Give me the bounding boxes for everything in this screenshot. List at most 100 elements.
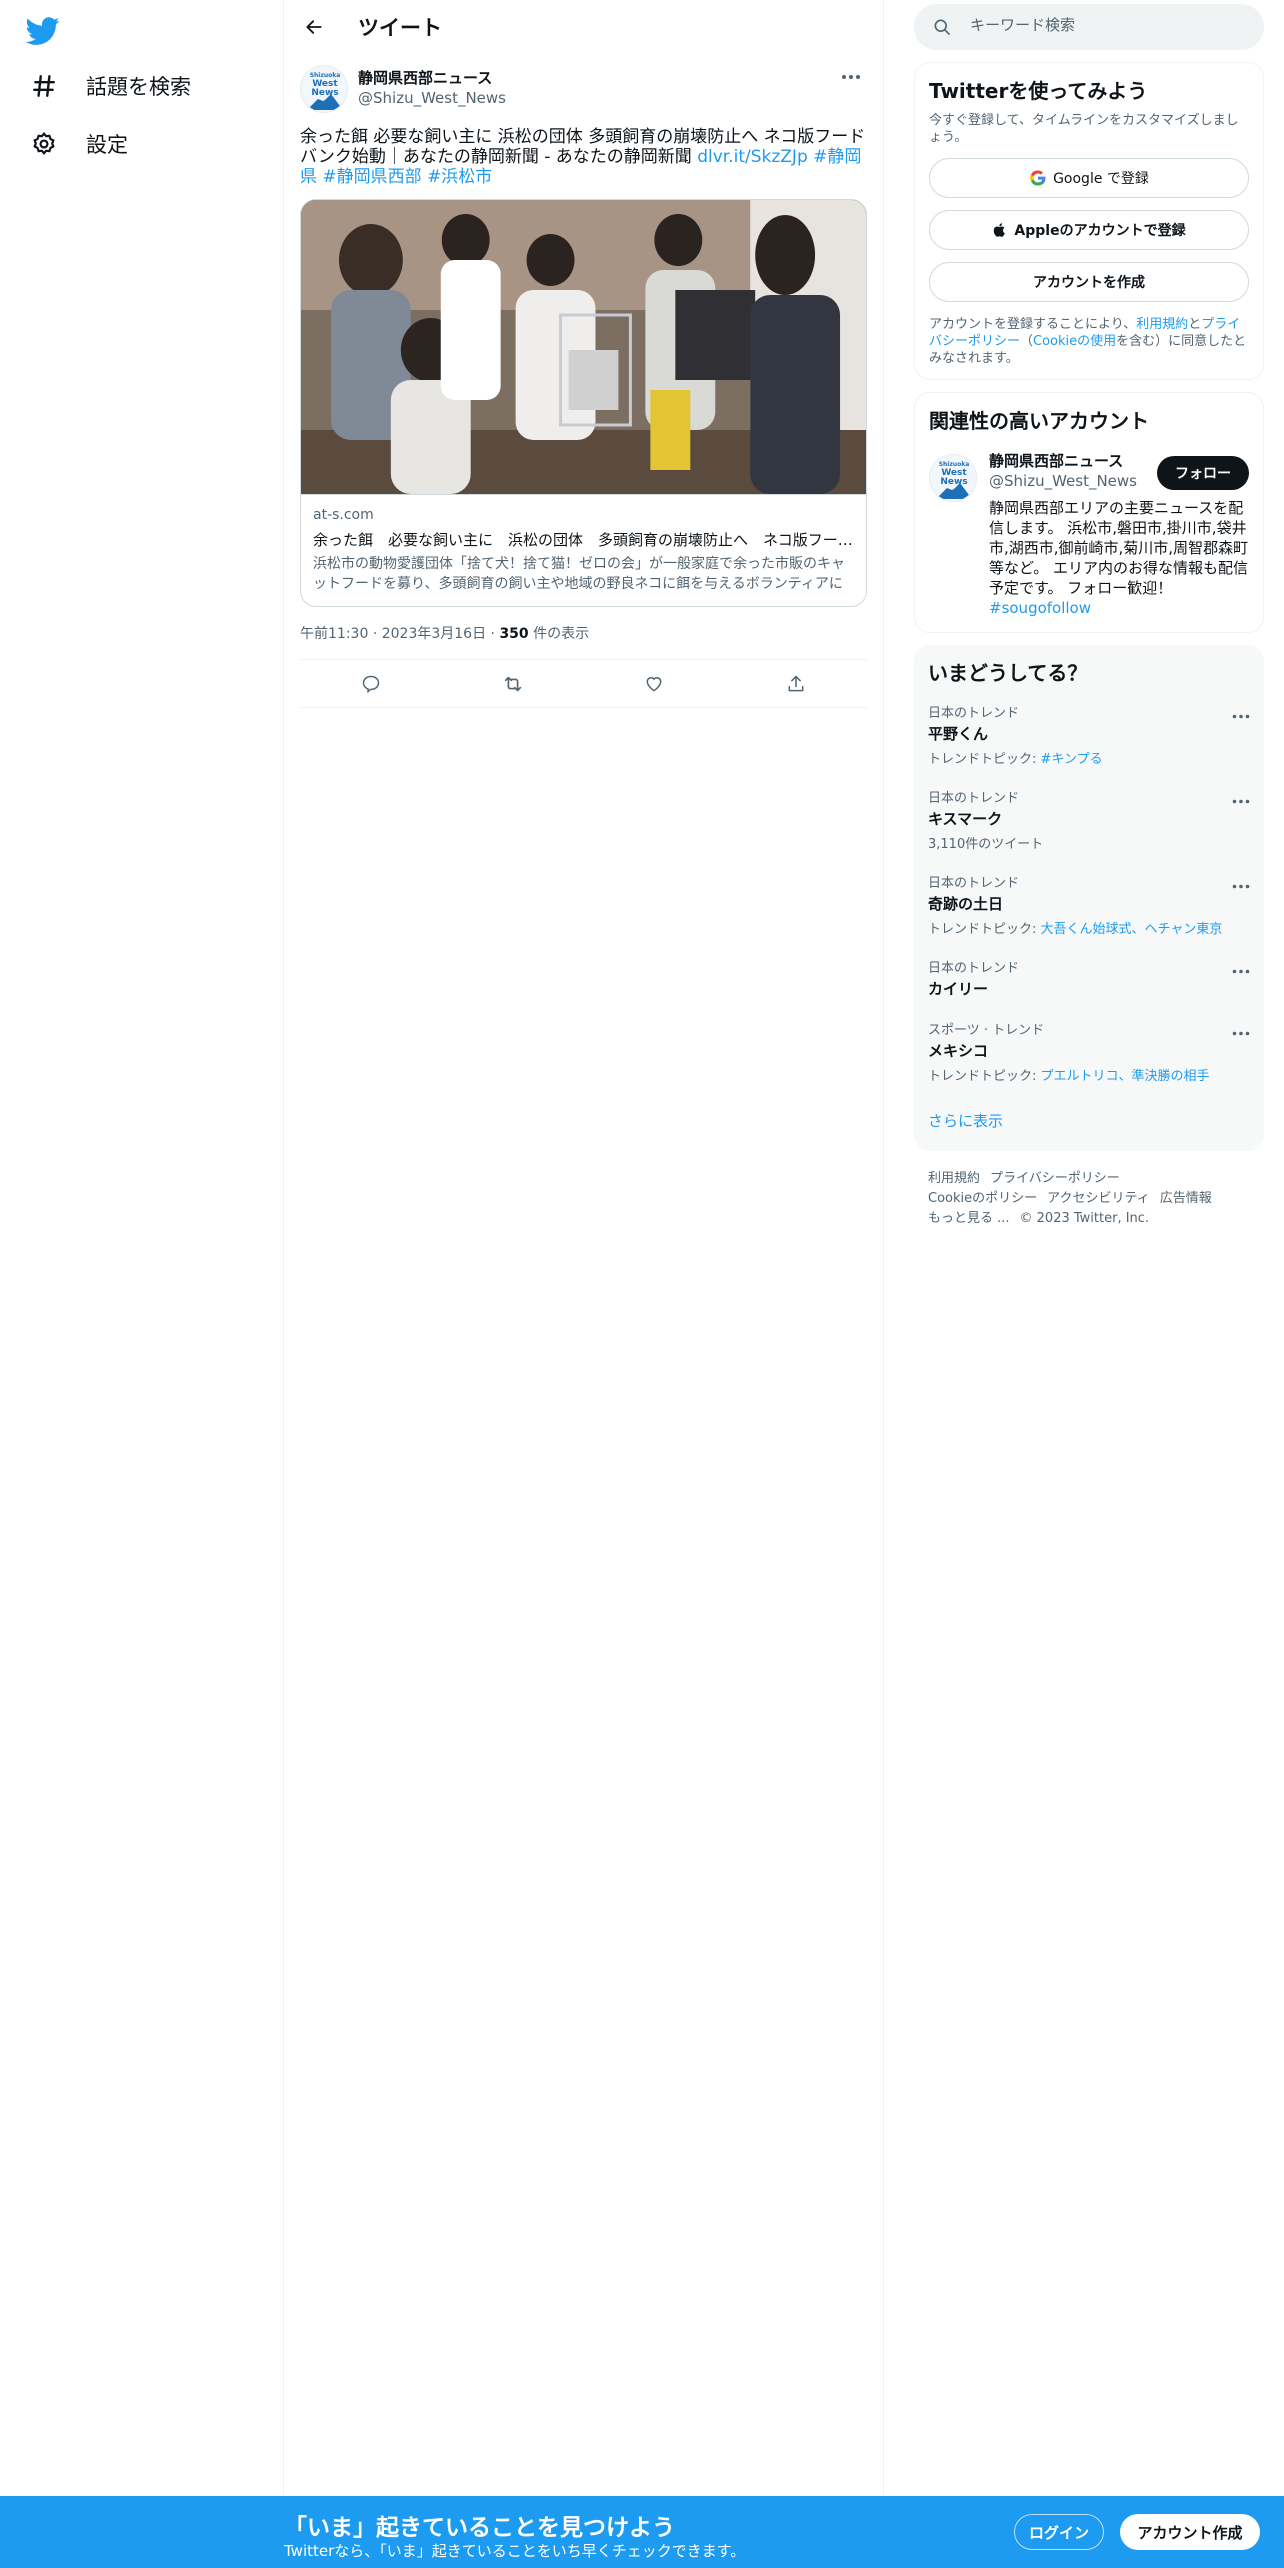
share-icon: [788, 675, 804, 691]
hashtag-link[interactable]: #静岡県西部: [322, 167, 421, 187]
hashtag-link[interactable]: #sougofollow: [989, 599, 1091, 617]
related-account[interactable]: Shizuoka West News 静岡県西部ニュース @Shizu_West…: [929, 450, 1249, 620]
more-dots-icon[interactable]: [1232, 959, 1250, 978]
trends-title: いまどうしてる？: [928, 661, 1088, 685]
main-column: ツイート Shizuoka West News 静岡県西部ニュース @Shizu…: [284, 0, 884, 2496]
trend-name: 奇跡の土日: [928, 895, 1004, 913]
footer-link[interactable]: アクセシビリティ: [1047, 1191, 1150, 1206]
related-account-name[interactable]: 静岡県西部ニュース: [989, 450, 1123, 471]
share-button[interactable]: [778, 666, 814, 702]
trend-item[interactable]: 日本のトレンド カイリー: [928, 947, 1250, 1009]
bottom-bar-title: 「いま」起きていることを見つけよう: [284, 2515, 675, 2541]
trend-subtitle: トレンドトピック: 大吾くん始球式、ヘチャン東京: [928, 922, 1223, 937]
trend-topic-link[interactable]: #キンプる: [1041, 752, 1103, 767]
signup-legal: アカウントを登録することにより、利用規約とプライバシーポリシー（Cookieの使…: [929, 317, 1247, 366]
more-options-button[interactable]: [835, 65, 867, 89]
footer: 利用規約 プライバシーポリシー Cookieのポリシー アクセシビリティ 広告情報 も…: [914, 1169, 1264, 1229]
author-handle[interactable]: @Shizu_West_News: [358, 89, 506, 107]
card-body: at-s.com 余った餌 必要な飼い主に 浜松の団体 多頭飼育の崩壊防止へ ネ…: [301, 494, 866, 606]
author-name[interactable]: 静岡県西部ニュース: [358, 67, 492, 88]
retweet-button[interactable]: [495, 666, 531, 702]
reply-button[interactable]: [353, 666, 389, 702]
card-domain: at-s.com: [313, 507, 374, 523]
signup-title: Twitterを使ってみよう: [929, 79, 1148, 103]
login-button[interactable]: ログイン: [1014, 2514, 1104, 2550]
tweet-author: Shizuoka West News 静岡県西部ニュース @Shizu_West…: [300, 63, 867, 123]
twitter-logo-icon[interactable]: [25, 14, 66, 54]
related-accounts-panel: 関連性の高いアカウント Shizuoka West News 静岡県西部ニュース…: [914, 392, 1264, 633]
search-input[interactable]: [970, 16, 1240, 34]
bottom-signup-bar: 「いま」起きていることを見つけよう Twitterなら、「いま」起きていることを…: [0, 2496, 1284, 2568]
related-account-handle[interactable]: @Shizu_West_News: [989, 472, 1137, 490]
trend-category: 日本のトレンド: [928, 961, 1020, 976]
terms-link[interactable]: 利用規約: [1136, 317, 1188, 332]
avatar[interactable]: Shizuoka West News: [929, 454, 977, 502]
footer-more-link[interactable]: もっと見る ...: [928, 1211, 1010, 1226]
reply-icon: [362, 675, 380, 693]
tweet-actions: [300, 660, 867, 708]
avatar-text-1: Shizuoka: [939, 461, 970, 468]
nav-item-explore[interactable]: 話題を検索: [30, 64, 191, 108]
page-title: ツイート: [358, 16, 442, 40]
google-icon: [1030, 170, 1046, 186]
hashtag-link[interactable]: #浜松市: [427, 167, 492, 187]
trend-subtitle: 3,110件のツイート: [928, 837, 1044, 852]
footer-link[interactable]: Cookieのポリシー: [928, 1191, 1037, 1206]
show-more-link[interactable]: さらに表示: [928, 1094, 1250, 1139]
follow-button[interactable]: フォロー: [1157, 456, 1249, 490]
trend-name: カイリー: [928, 980, 989, 998]
google-signup-button[interactable]: Google で登録: [929, 158, 1249, 198]
more-dots-icon[interactable]: [1232, 789, 1250, 808]
search-box[interactable]: [914, 4, 1264, 50]
nav-item-settings[interactable]: 設定: [30, 122, 128, 166]
trend-item[interactable]: スポーツ · トレンド メキシコ トレンドトピック: プエルトリコ、準決勝の相手: [928, 1009, 1250, 1094]
footer-link[interactable]: 利用規約: [928, 1171, 980, 1186]
more-dots-icon[interactable]: [1232, 704, 1250, 723]
more-dots-icon[interactable]: [1232, 1021, 1250, 1040]
footer-link[interactable]: プライバシーポリシー: [990, 1171, 1120, 1186]
nav-item-label: 設定: [86, 133, 128, 157]
related-title: 関連性の高いアカウント: [929, 409, 1149, 433]
bottom-bar-subtitle: Twitterなら、「いま」起きていることをいち早くチェックできます。: [284, 2542, 746, 2560]
link-card[interactable]: at-s.com 余った餌 必要な飼い主に 浜松の団体 多頭飼育の崩壊防止へ ネ…: [300, 199, 867, 607]
avatar[interactable]: Shizuoka West News: [300, 65, 348, 113]
like-button[interactable]: [636, 666, 672, 702]
trend-topic-link[interactable]: プエルトリコ、準決勝の相手: [1041, 1069, 1210, 1084]
apple-signup-button[interactable]: Appleのアカウントで登録: [929, 210, 1249, 250]
create-account-button[interactable]: アカウントを作成: [929, 262, 1249, 302]
tweet: Shizuoka West News 静岡県西部ニュース @Shizu_West…: [284, 63, 883, 708]
trend-category: 日本のトレンド: [928, 791, 1020, 806]
signup-subtitle: 今すぐ登録して、タイムラインをカスタマイズしましょう。: [929, 113, 1239, 145]
cookie-link[interactable]: Cookieの使用: [1033, 334, 1116, 349]
more-dots-icon: [842, 75, 860, 79]
nav-item-label: 話題を検索: [86, 75, 191, 99]
right-sidebar: Twitterを使ってみよう 今すぐ登録して、タイムラインをカスタマイズしましょ…: [914, 0, 1264, 1229]
trend-name: メキシコ: [928, 1042, 989, 1060]
back-button[interactable]: [298, 11, 330, 43]
trend-category: 日本のトレンド: [928, 706, 1020, 721]
tweet-text: 余った餌 必要な飼い主に 浜松の団体 多頭飼育の崩壊防止へ ネコ版フードバンク始…: [300, 127, 867, 187]
tweet-time[interactable]: 午前11:30: [300, 626, 368, 642]
card-description: 浜松市の動物愛護団体「捨て犬！捨て猫！ゼロの会」が一般家庭で余った市販のキャット…: [313, 556, 845, 592]
signup-button[interactable]: アカウント作成: [1120, 2514, 1260, 2550]
gear-icon: [30, 130, 58, 158]
trend-item[interactable]: 日本のトレンド 奇跡の土日 トレンドトピック: 大吾くん始球式、ヘチャン東京: [928, 862, 1250, 947]
apple-signup-label: Appleのアカウントで登録: [1014, 223, 1186, 239]
tweet-link[interactable]: dlvr.it/SkzZJp: [697, 147, 808, 167]
trend-subtitle: トレンドトピック: #キンプる: [928, 752, 1103, 767]
trend-subtitle: トレンドトピック: プエルトリコ、準決勝の相手: [928, 1069, 1210, 1084]
trend-item[interactable]: 日本のトレンド キスマーク 3,110件のツイート: [928, 777, 1250, 862]
avatar-text-1: Shizuoka: [310, 72, 341, 79]
trend-item[interactable]: 日本のトレンド 平野くんトレンドトピック: #キンプる: [928, 692, 1250, 777]
views-label: 件の表示: [533, 626, 590, 642]
more-dots-icon[interactable]: [1232, 874, 1250, 893]
arrow-left-icon: [306, 20, 322, 34]
trend-name: 平野くん: [928, 725, 989, 743]
footer-link[interactable]: 広告情報: [1160, 1191, 1212, 1206]
retweet-icon: [504, 676, 521, 691]
tweet-date[interactable]: 2023年3月16日: [382, 626, 486, 642]
trend-name: キスマーク: [928, 810, 1003, 828]
related-account-bio: 静岡県西部エリアの主要ニュースを配信します。 浜松市,磐田市,掛川市,袋井市,湖…: [989, 499, 1249, 617]
tweet-meta: 午前11:30 · 2023年3月16日 · 350 件の表示: [300, 607, 867, 660]
trend-topic-link[interactable]: 大吾くん始球式、ヘチャン東京: [1041, 922, 1223, 937]
